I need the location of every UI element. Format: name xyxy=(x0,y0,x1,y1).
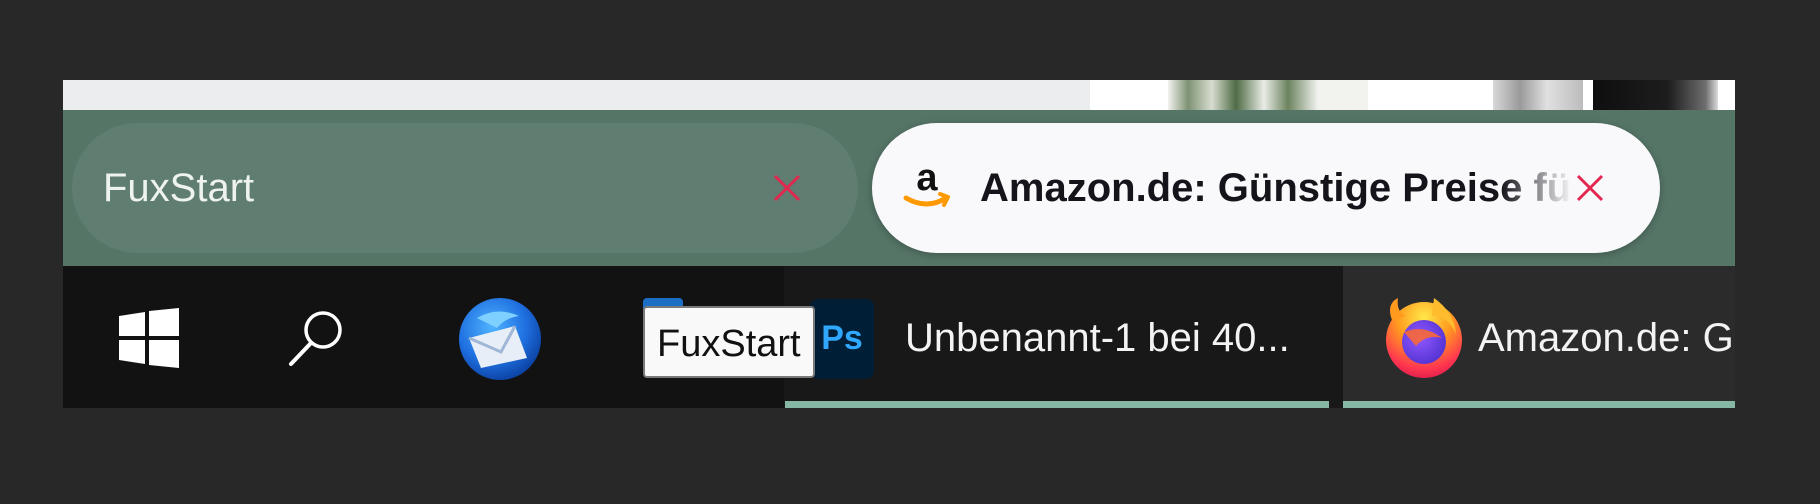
banner-image-vase xyxy=(1493,80,1583,110)
tab-fuxstart[interactable]: FuxStart xyxy=(72,123,858,253)
close-icon[interactable] xyxy=(769,170,805,206)
windows-logo-icon[interactable] xyxy=(119,308,179,368)
thunderbird-icon[interactable] xyxy=(457,296,543,382)
svg-text:a: a xyxy=(916,160,938,199)
webpage-content-strip xyxy=(63,80,1735,110)
browser-tab-bar: FuxStart a Amazon.de: Günstige Preise fü… xyxy=(63,110,1735,266)
photoshop-icon: Ps xyxy=(810,299,874,379)
banner-image-plant xyxy=(1168,80,1368,110)
banner-image-dark-object xyxy=(1593,80,1718,110)
amazon-logo-icon: a xyxy=(903,160,950,207)
firefox-icon xyxy=(1386,298,1462,378)
running-indicator xyxy=(1343,401,1735,408)
photoshop-icon-text: Ps xyxy=(821,319,863,357)
taskbar-window-label: Amazon.de: Günstige Preise xyxy=(1478,316,1735,360)
close-icon[interactable] xyxy=(1572,170,1608,206)
windows-taskbar: Ps Unbenannt-1 bei 40... Amazon.de: G Fu… xyxy=(63,266,1735,408)
search-icon[interactable] xyxy=(285,306,349,370)
tab-title: Amazon.de: Günstige Preise für Elektroni… xyxy=(980,165,1572,210)
tab-title: FuxStart xyxy=(103,165,255,210)
taskbar-window-label: Unbenannt-1 bei 40... xyxy=(905,316,1290,360)
tab-amazon[interactable]: a Amazon.de: Günstige Preise für Elektro… xyxy=(872,123,1660,253)
running-indicator xyxy=(785,401,1329,408)
taskbar-tooltip: FuxStart xyxy=(643,306,815,378)
screen-frame: FuxStart a Amazon.de: Günstige Preise fü… xyxy=(63,80,1735,408)
